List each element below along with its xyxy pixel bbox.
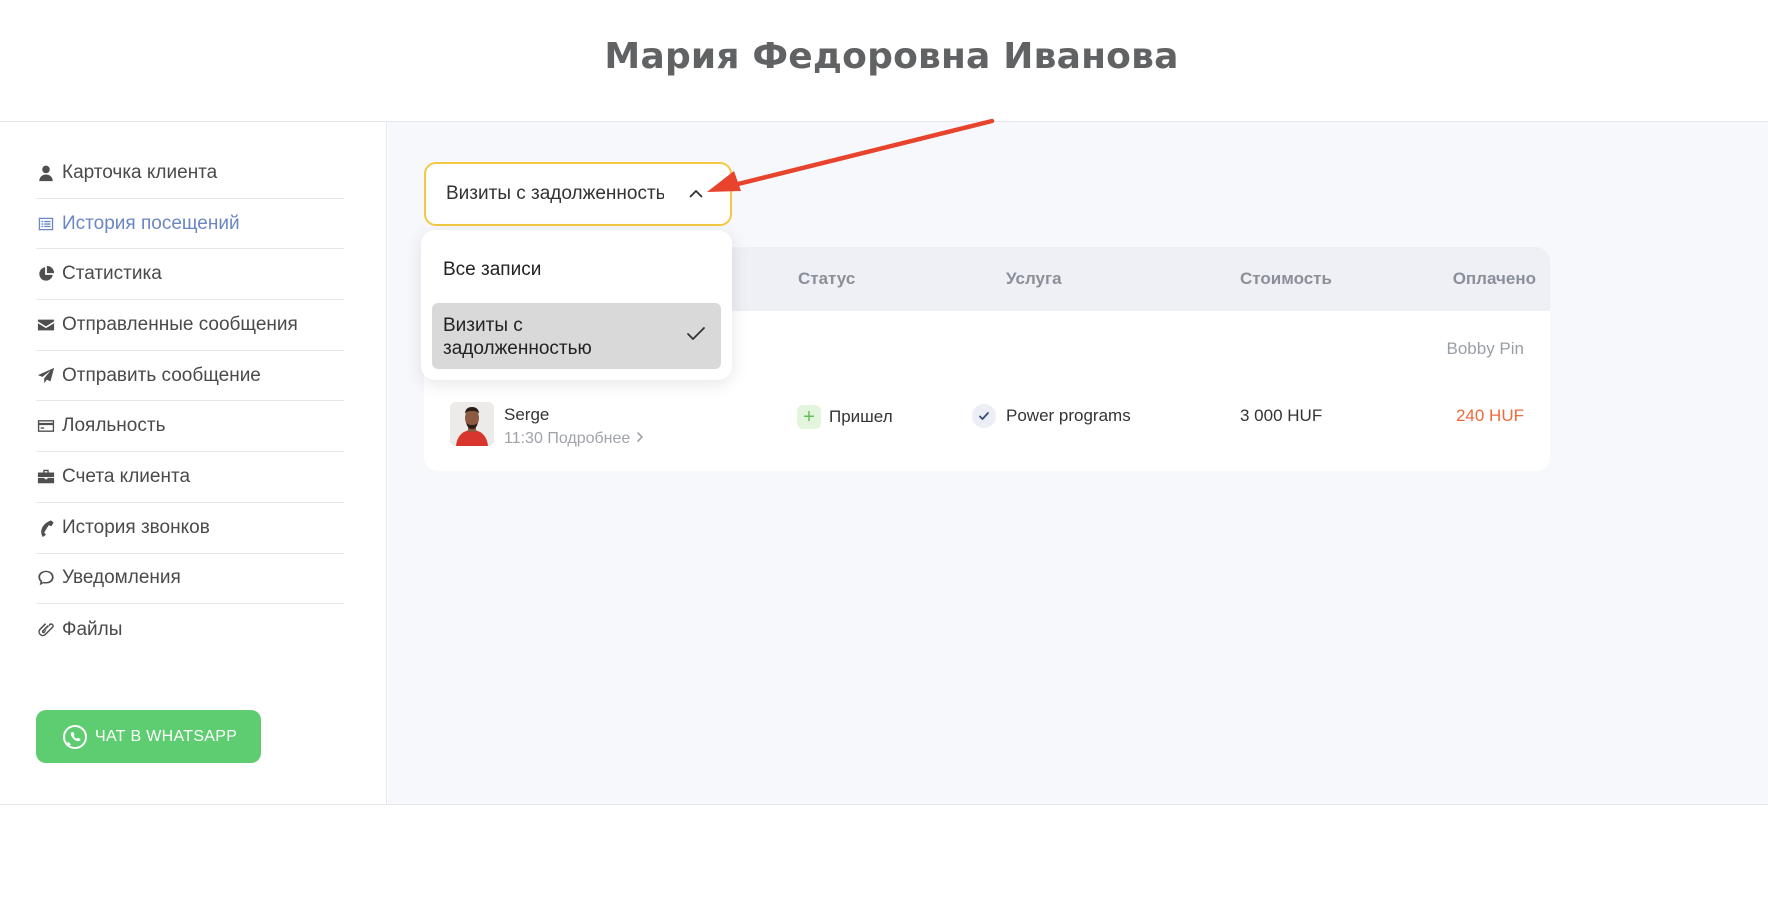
user-icon xyxy=(36,163,56,183)
sidebar: Карточка клиента История посещений Стати… xyxy=(0,122,387,804)
chevron-right-icon xyxy=(636,432,643,442)
visit-filter-select[interactable]: Визиты с задолженностью xyxy=(424,162,732,226)
whatsapp-button-label: ЧАТ В WHATSAPP xyxy=(95,727,238,745)
visit-filter-value: Визиты с задолженностью xyxy=(446,183,664,204)
sidebar-menu: Карточка клиента История посещений Стати… xyxy=(36,148,344,655)
check-icon xyxy=(972,404,996,428)
briefcase-icon xyxy=(36,467,56,487)
list-icon xyxy=(36,214,56,234)
sidebar-item-visit-history[interactable]: История посещений xyxy=(36,199,344,250)
sidebar-item-statistics[interactable]: Статистика xyxy=(36,249,344,301)
column-header-paid: Оплачено xyxy=(1452,269,1536,288)
column-header-status: Статус xyxy=(798,269,856,288)
plus-icon: + xyxy=(797,405,821,429)
envelope-icon xyxy=(36,315,56,335)
sidebar-item-label: История посещений xyxy=(62,212,240,234)
sidebar-item-client-accounts[interactable]: Счета клиента xyxy=(36,452,344,503)
footer-divider xyxy=(0,804,1768,805)
checkmark-icon xyxy=(687,327,705,340)
sidebar-item-notifications[interactable]: Уведомления xyxy=(36,554,344,605)
pie-chart-icon xyxy=(36,264,56,284)
service-name: Power programs xyxy=(1006,406,1131,425)
dropdown-option-all-records[interactable]: Все записи xyxy=(432,259,721,281)
page-header: Мария Федоровна Иванова xyxy=(0,0,1768,122)
chevron-up-icon xyxy=(689,190,703,198)
sidebar-item-label: Отправленные сообщения xyxy=(62,313,298,335)
sidebar-item-send-message[interactable]: Отправить сообщение xyxy=(36,351,344,402)
phone-icon xyxy=(36,518,56,538)
sidebar-item-label: Уведомления xyxy=(62,567,181,589)
details-label: Подробнее xyxy=(547,430,631,447)
sidebar-item-label: Файлы xyxy=(62,618,123,640)
dropdown-option-debt-visits[interactable]: Визиты с задолженностью xyxy=(432,303,721,369)
credit-card-icon xyxy=(36,416,56,436)
sidebar-item-call-history[interactable]: История звонков xyxy=(36,503,344,554)
sidebar-item-loyalty[interactable]: Лояльность xyxy=(36,401,344,453)
sidebar-item-files[interactable]: Файлы xyxy=(36,604,344,655)
visit-status: Пришел xyxy=(829,407,893,426)
visit-cost: 3 000 HUF xyxy=(1240,406,1323,425)
visit-details-link[interactable]: 11:30 Подробнее xyxy=(504,430,645,448)
visit-paid: 240 HUF xyxy=(1455,406,1524,425)
sidebar-item-label: Карточка клиента xyxy=(62,161,218,183)
chat-bubble-icon xyxy=(36,568,56,588)
avatar xyxy=(450,402,494,446)
sidebar-item-client-card[interactable]: Карточка клиента xyxy=(36,148,344,199)
whatsapp-chat-button[interactable]: ЧАТ В WHATSAPP xyxy=(36,710,261,763)
client-name: Serge xyxy=(504,405,550,424)
dropdown-option-label: Визиты с задолженностью xyxy=(443,315,592,359)
table-row[interactable]: Serge 11:30 Подробнее + Пришел Power pro… xyxy=(424,392,1550,452)
master-name: Bobby Pin xyxy=(1446,339,1525,358)
sidebar-item-sent-messages[interactable]: Отправленные сообщения xyxy=(36,300,344,351)
visit-time: 11:30 xyxy=(504,430,543,447)
filter-dropdown-menu: Все записи Визиты с задолженностью xyxy=(421,230,732,380)
main-content: Визиты с задолженностью Статус Услуга Ст… xyxy=(388,122,1768,804)
paperclip-icon xyxy=(36,620,56,640)
whatsapp-icon xyxy=(63,724,87,749)
paper-plane-icon xyxy=(36,366,56,386)
column-header-cost: Стоимость xyxy=(1240,269,1332,288)
sidebar-item-label: Счета клиента xyxy=(62,465,191,487)
sidebar-item-label: Отправить сообщение xyxy=(62,364,261,386)
sidebar-item-label: Лояльность xyxy=(62,415,166,437)
sidebar-item-label: История звонков xyxy=(62,516,210,538)
page-title: Мария Федоровна Иванова xyxy=(604,36,1179,77)
column-header-service: Услуга xyxy=(1006,269,1062,288)
sidebar-item-label: Статистика xyxy=(62,263,162,285)
